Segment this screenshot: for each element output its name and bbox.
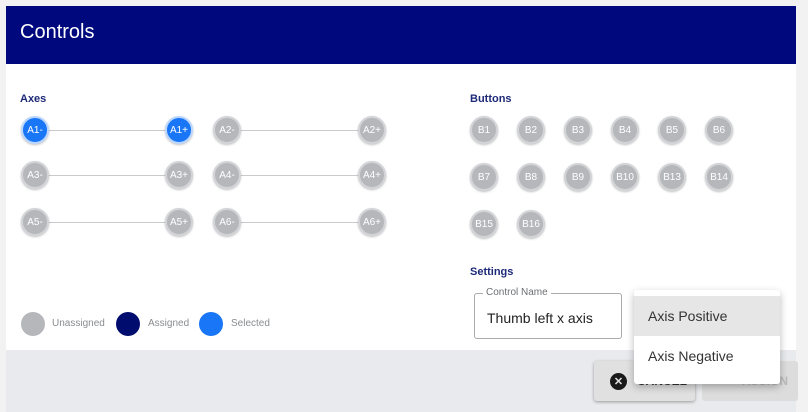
button-node[interactable]: B1 [470, 116, 498, 144]
axis-node[interactable]: A5+ [165, 208, 193, 236]
control-name-value[interactable]: Thumb left x axis [487, 310, 593, 326]
direction-dropdown-menu: Axis Positive Axis Negative [634, 290, 780, 384]
axis-node[interactable]: A3+ [165, 161, 193, 189]
axis-pair-connector [49, 222, 165, 223]
axis-node[interactable]: A5- [21, 208, 49, 236]
axis-node[interactable]: A2- [213, 116, 241, 144]
button-node[interactable]: B13 [658, 163, 686, 191]
axis-pair-connector [241, 175, 358, 176]
buttons-section-label: Buttons [470, 93, 512, 105]
control-name-field[interactable]: Control Name Thumb left x axis [474, 287, 622, 339]
menu-item-axis-negative[interactable]: Axis Negative [634, 336, 780, 376]
button-node[interactable]: B2 [517, 116, 545, 144]
button-node[interactable]: B6 [705, 116, 733, 144]
axis-node[interactable]: A6- [213, 208, 241, 236]
legend-assigned-swatch [116, 312, 140, 336]
axis-node[interactable]: A4- [213, 161, 241, 189]
legend-selected-swatch [199, 312, 223, 336]
axis-node[interactable]: A1- [21, 116, 49, 144]
axis-node[interactable]: A1+ [165, 116, 193, 144]
button-node[interactable]: B7 [470, 163, 498, 191]
button-node[interactable]: B10 [611, 163, 639, 191]
axes-section-label: Axes [20, 93, 47, 105]
axis-pair-connector [49, 175, 165, 176]
button-node[interactable]: B3 [564, 116, 592, 144]
axis-node[interactable]: A2+ [358, 116, 386, 144]
button-node[interactable]: B16 [517, 210, 545, 238]
button-node[interactable]: B14 [705, 163, 733, 191]
axis-pair-connector [241, 222, 358, 223]
legend-unassigned-swatch [21, 312, 45, 336]
axis-node[interactable]: A4+ [358, 161, 386, 189]
axis-node[interactable]: A6+ [358, 208, 386, 236]
button-node[interactable]: B15 [470, 210, 498, 238]
axis-node[interactable]: A3- [21, 161, 49, 189]
button-node[interactable]: B9 [564, 163, 592, 191]
button-node[interactable]: B5 [658, 116, 686, 144]
axis-pair-connector [241, 130, 358, 131]
control-name-label: Control Name [483, 287, 551, 298]
close-circle-icon: ✕ [610, 372, 627, 390]
legend-selected-label: Selected [231, 318, 270, 329]
axis-pair-connector [49, 130, 165, 131]
button-node[interactable]: B8 [517, 163, 545, 191]
legend-assigned-label: Assigned [148, 318, 190, 329]
menu-item-axis-positive[interactable]: Axis Positive [634, 296, 780, 336]
button-node[interactable]: B4 [611, 116, 639, 144]
legend-unassigned-label: Unassigned [52, 318, 105, 329]
app-header: Controls [6, 6, 796, 64]
page-title: Controls [20, 21, 95, 43]
settings-section-label: Settings [470, 266, 514, 278]
